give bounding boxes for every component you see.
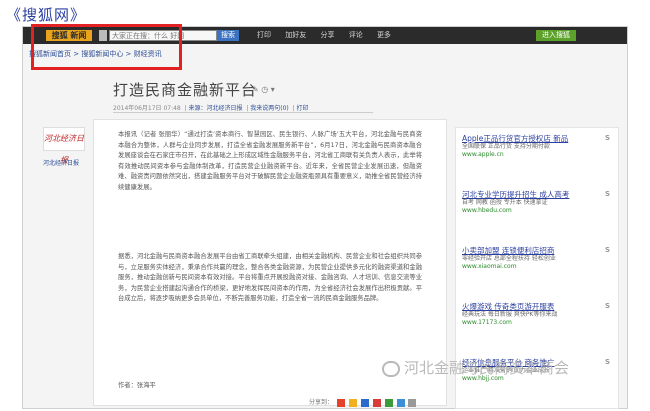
ad-title[interactable]: 小卖部加盟 连锁便利店招商: [462, 246, 612, 255]
meta-source[interactable]: 来源：河北经济日报: [189, 105, 243, 112]
meta-date: 2014年06月17日 07:48: [113, 105, 181, 112]
more-share-icon[interactable]: [408, 398, 417, 407]
nav-item-add-friend[interactable]: 加好友: [285, 31, 306, 39]
source-link[interactable]: 河北经济日报: [43, 158, 79, 167]
article-headline: 打造民商金融新平台: [113, 81, 258, 99]
meta-print[interactable]: 打印: [297, 105, 309, 112]
ad-mark: S: [604, 302, 610, 310]
sidebar-ad[interactable]: 火爆游戏 传奇类页游开服表 经典玩法 每日新服 爽快PK等你来战 www.171…: [462, 302, 612, 327]
weibo-share-icon[interactable]: [336, 398, 345, 407]
article-paragraph: 本报讯（记者 张丽华）“通过打造‘资本商行、智慧园区、民生银行、人脉广场’五大平…: [118, 131, 422, 191]
sidebar-ad[interactable]: 小卖部加盟 连锁便利店招商 零经验开店 总部全程扶持 轻松创业 www.xiao…: [462, 246, 612, 271]
headline-divider: [113, 112, 373, 113]
sidebar-ad[interactable]: Apple正品行货官方授权店 新品 全国联保 正品行货 支持分期付款 www.a…: [462, 134, 612, 159]
article-meta: 2014年06月17日 07:48 | 来源：河北经济日报 | 我来说两句(0)…: [113, 105, 309, 112]
ad-url: www.17173.com: [462, 319, 512, 326]
ad-mark: S: [604, 358, 610, 366]
renren-share-icon[interactable]: [360, 398, 369, 407]
ad-mark: S: [604, 190, 610, 198]
outer-title: 《搜狐网》: [6, 6, 87, 24]
qzone-share-icon[interactable]: [348, 398, 357, 407]
search-button[interactable]: 搜索: [217, 30, 239, 41]
ad-description: 经典玩法 每日新服 爽快PK等你来战: [462, 311, 558, 318]
ad-title[interactable]: 河北专业学历提升招生 成人高考: [462, 190, 612, 199]
ad-mark: S: [604, 246, 610, 254]
share-label: 分享到：: [309, 399, 334, 406]
ad-url: www.apple.cn: [462, 151, 504, 158]
nav-item-print[interactable]: 打印: [257, 31, 271, 39]
nav-item-share[interactable]: 分享: [320, 31, 334, 39]
top-nav: 打印 加好友 分享 评论 更多: [257, 30, 403, 40]
watermark-text: 河北金融与民商资本商会: [404, 359, 570, 377]
ad-description: 自考 网教 函授 专升本 快速拿证: [462, 199, 548, 206]
ad-title[interactable]: Apple正品行货官方授权店 新品: [462, 134, 612, 143]
source-logo[interactable]: 河北经济日报: [43, 127, 85, 165]
ad-title[interactable]: 火爆游戏 传奇类页游开服表: [462, 302, 612, 311]
douban-share-icon[interactable]: [384, 398, 393, 407]
nav-item-comment[interactable]: 评论: [349, 31, 363, 39]
kaixin-share-icon[interactable]: [372, 398, 381, 407]
ad-url: www.hbedu.com: [462, 207, 512, 214]
ad-description: 全国联保 正品行货 支持分期付款: [462, 143, 550, 150]
sidebar-ad[interactable]: 河北专业学历提升招生 成人高考 自考 网教 函授 专升本 快速拿证 www.hb…: [462, 190, 612, 215]
ad-description: 零经验开店 总部全程扶持 轻松创业: [462, 255, 556, 262]
highlight-box: [31, 24, 182, 70]
article-paragraph: 据悉，河北金融与民商资本融合发展平台由省工商联牵头组建，由相关金融机构、民营企业…: [118, 253, 422, 302]
meta-comments[interactable]: 我来说两句(0): [250, 105, 289, 112]
ad-mark: S: [604, 134, 610, 142]
enter-sohu-button[interactable]: 进入搜狐: [536, 30, 576, 41]
browser-screenshot: 搜狐 新闻 搜索 打印 加好友 分享 评论 更多 进入搜狐 搜狐新闻首页 > 搜…: [22, 24, 628, 409]
tencent-share-icon[interactable]: [396, 398, 405, 407]
share-bar: 分享到：: [309, 397, 417, 407]
headline-tools-icon[interactable]: ✎ ◷ ▾: [252, 85, 275, 94]
ad-url: www.xiaomai.com: [462, 263, 517, 270]
wechat-watermark: 河北金融与民商资本商会: [382, 357, 569, 378]
article-author: 作者：张海平: [118, 382, 156, 389]
nav-item-more[interactable]: 更多: [377, 31, 391, 39]
wechat-icon: [382, 360, 400, 377]
